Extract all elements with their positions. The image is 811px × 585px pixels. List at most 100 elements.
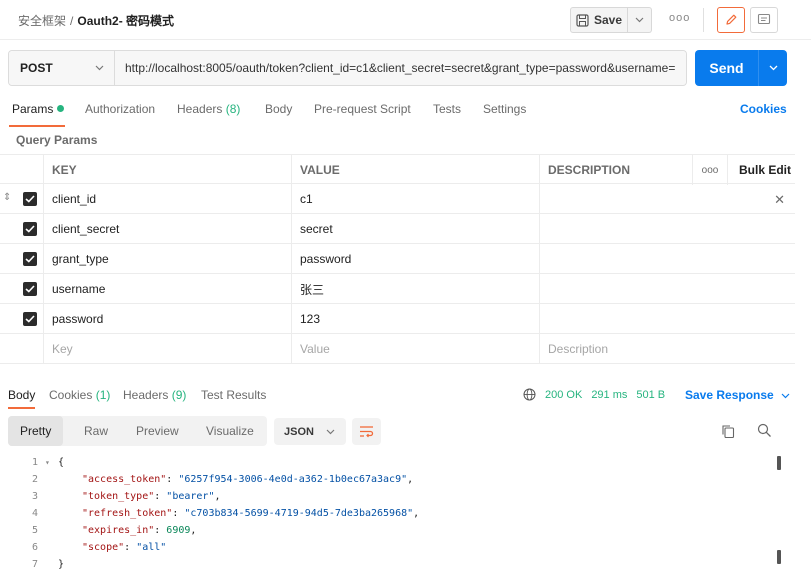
table-row: grant_type password bbox=[0, 244, 795, 274]
save-response-button[interactable]: Save Response bbox=[685, 388, 790, 402]
param-key[interactable]: username bbox=[43, 274, 291, 304]
tab-headers[interactable]: Headers (8) bbox=[177, 102, 240, 116]
param-checkbox[interactable] bbox=[23, 282, 37, 296]
tab-headers-label: Headers bbox=[177, 102, 223, 116]
column-options-button[interactable]: ooo bbox=[692, 155, 727, 185]
save-options-button[interactable] bbox=[628, 7, 652, 33]
response-tab-test-results[interactable]: Test Results bbox=[201, 388, 266, 402]
new-key-input[interactable]: Key bbox=[43, 334, 291, 364]
method-select[interactable]: POST bbox=[9, 51, 115, 85]
response-body-viewer[interactable]: 1 ▾ { 2 "access_token": "6257f954-3006-4… bbox=[0, 454, 795, 579]
param-description[interactable] bbox=[539, 304, 795, 334]
param-checkbox[interactable] bbox=[23, 192, 37, 206]
request-name[interactable]: Oauth2- 密码模式 bbox=[77, 14, 174, 28]
param-value[interactable]: 张三 bbox=[291, 274, 539, 304]
tab-params[interactable]: Params bbox=[12, 102, 65, 116]
breadcrumb: 安全框架 / Oauth2- 密码模式 bbox=[18, 12, 174, 29]
param-description[interactable] bbox=[539, 244, 795, 274]
param-value[interactable]: password bbox=[291, 244, 539, 274]
save-response-label: Save Response bbox=[685, 388, 774, 402]
json-value: 6909 bbox=[166, 525, 191, 536]
delete-row-icon[interactable]: ✕ bbox=[774, 192, 785, 208]
param-key[interactable]: grant_type bbox=[43, 244, 291, 274]
method-label: POST bbox=[20, 61, 53, 75]
line-number: 4 bbox=[31, 508, 38, 519]
url-input[interactable] bbox=[115, 51, 686, 85]
code-line: 2 "access_token": "6257f954-3006-4e0d-a3… bbox=[0, 471, 780, 488]
save-icon bbox=[576, 13, 589, 27]
param-description[interactable] bbox=[539, 214, 795, 244]
documentation-edit-button[interactable] bbox=[717, 7, 745, 33]
table-row: client_secret secret bbox=[0, 214, 795, 244]
param-key[interactable]: password bbox=[43, 304, 291, 334]
top-bar: 安全框架 / Oauth2- 密码模式 Save ooo bbox=[0, 0, 811, 40]
table-row: username 张三 bbox=[0, 274, 795, 304]
param-value[interactable]: 123 bbox=[291, 304, 539, 334]
breadcrumb-collection[interactable]: 安全框架 bbox=[18, 14, 66, 28]
view-raw-button[interactable]: Raw bbox=[84, 416, 108, 446]
new-description-input[interactable]: Description bbox=[539, 334, 795, 364]
response-tab-cookies[interactable]: Cookies (1) bbox=[49, 388, 110, 402]
table-row-empty: Key Value Description bbox=[0, 334, 795, 364]
status-code[interactable]: 200 OK bbox=[545, 389, 582, 401]
format-select[interactable]: JSON bbox=[274, 418, 346, 445]
view-pretty-button[interactable]: Pretty bbox=[8, 416, 64, 446]
param-checkbox[interactable] bbox=[23, 222, 37, 236]
param-value[interactable]: secret bbox=[291, 214, 539, 244]
copy-icon[interactable] bbox=[721, 424, 735, 439]
check-icon bbox=[25, 255, 35, 263]
chevron-down-icon bbox=[95, 65, 104, 71]
search-icon[interactable] bbox=[757, 423, 772, 438]
check-cell bbox=[0, 184, 43, 214]
response-tab-headers[interactable]: Headers (9) bbox=[123, 388, 186, 402]
request-tabs: Params Authorization Headers (8) Body Pr… bbox=[0, 96, 811, 122]
param-description[interactable] bbox=[539, 274, 795, 304]
response-active-tab-indicator bbox=[8, 407, 35, 409]
scrollbar-bottom[interactable] bbox=[777, 550, 781, 564]
response-size[interactable]: 501 B bbox=[636, 389, 665, 401]
response-tab-cookies-label: Cookies bbox=[49, 388, 93, 402]
header-check-cell bbox=[0, 155, 43, 185]
code-line: 4 "refresh_token": "c703b834-5699-4719-9… bbox=[0, 505, 780, 522]
divider bbox=[703, 8, 704, 32]
tab-authorization[interactable]: Authorization bbox=[85, 102, 155, 116]
bulk-edit-button[interactable]: Bulk Edit bbox=[727, 155, 795, 185]
view-visualize-button[interactable]: Visualize bbox=[206, 416, 254, 446]
json-value: "6257f954-3006-4e0d-a362-1b0ec67a3ac9" bbox=[178, 474, 408, 485]
tab-pre-request-script[interactable]: Pre-request Script bbox=[314, 102, 411, 116]
param-key[interactable]: client_secret bbox=[43, 214, 291, 244]
code-line: 1 ▾ { bbox=[0, 454, 780, 471]
response-time[interactable]: 291 ms bbox=[591, 389, 627, 401]
fold-icon[interactable]: ▾ bbox=[45, 458, 50, 467]
response-tab-body[interactable]: Body bbox=[8, 388, 35, 402]
comments-button[interactable] bbox=[750, 7, 778, 33]
param-description[interactable] bbox=[539, 184, 795, 214]
view-preview-button[interactable]: Preview bbox=[136, 416, 179, 446]
tab-body[interactable]: Body bbox=[265, 102, 292, 116]
check-cell bbox=[0, 214, 43, 244]
new-value-input[interactable]: Value bbox=[291, 334, 539, 364]
save-button[interactable]: Save bbox=[570, 7, 628, 33]
json-value: "bearer" bbox=[166, 491, 215, 502]
code-text: "scope": "all" bbox=[82, 542, 167, 553]
comment-icon bbox=[757, 13, 771, 25]
send-options-button[interactable] bbox=[759, 50, 787, 86]
param-key[interactable]: client_id bbox=[43, 184, 291, 214]
tab-settings[interactable]: Settings bbox=[483, 102, 526, 116]
check-cell bbox=[0, 274, 43, 304]
param-checkbox[interactable] bbox=[23, 312, 37, 326]
param-value[interactable]: c1 bbox=[291, 184, 539, 214]
check-cell bbox=[0, 334, 43, 364]
globe-icon[interactable] bbox=[523, 388, 536, 401]
send-button[interactable]: Send bbox=[695, 50, 759, 86]
column-header-value: VALUE bbox=[291, 155, 539, 185]
more-actions-button[interactable]: ooo bbox=[669, 12, 690, 24]
scrollbar-top[interactable] bbox=[777, 456, 781, 470]
tab-tests[interactable]: Tests bbox=[433, 102, 461, 116]
code-text: } bbox=[58, 559, 65, 570]
wrap-lines-button[interactable] bbox=[352, 418, 381, 445]
check-icon bbox=[25, 225, 35, 233]
param-checkbox[interactable] bbox=[23, 252, 37, 266]
cookies-link[interactable]: Cookies bbox=[740, 102, 787, 116]
json-key: "expires_in" bbox=[82, 525, 155, 536]
